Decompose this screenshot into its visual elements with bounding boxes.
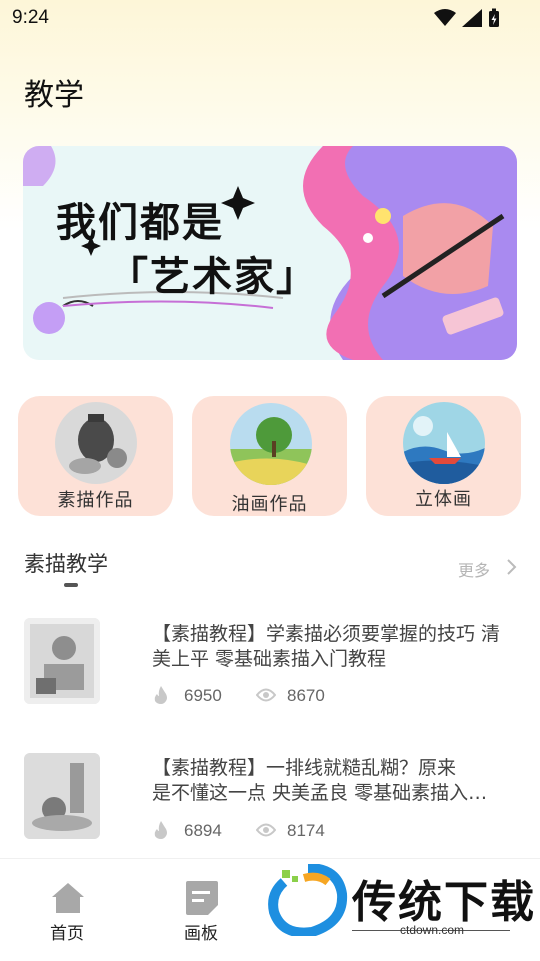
category-sketch-image <box>55 402 137 484</box>
battery-icon <box>489 8 499 27</box>
section-underline <box>64 583 78 587</box>
category-3d-image <box>403 402 485 484</box>
chevron-right-icon[interactable] <box>505 558 517 576</box>
category-oil-label: 油画作品 <box>231 494 308 515</box>
banner-heading-1: 我们都是 <box>56 200 224 246</box>
category-oil[interactable]: 油画作品 <box>192 396 347 516</box>
likes-count: 6894 <box>184 821 222 840</box>
status-icons <box>434 8 500 28</box>
views-count: 8670 <box>287 686 325 705</box>
article-title-line-2: 是不懂这一点 央美孟良 零基础素描入门教程 <box>152 782 498 804</box>
list-item[interactable]: 【素描教程】一排线就糙乱糊？原来 是不懂这一点 央美孟良 零基础素描入门教程 6… <box>0 740 540 858</box>
article-title-line-1: 【素描教程】一排线就糙乱糊？原来 <box>152 757 457 779</box>
category-3d[interactable]: 立体画 <box>366 396 521 516</box>
page-title: 教学 <box>24 78 84 113</box>
wifi-icon <box>434 9 456 26</box>
article-thumbnail <box>24 618 100 704</box>
more-link[interactable]: 更多 <box>458 557 490 581</box>
category-oil-image <box>230 403 312 485</box>
nav-home[interactable]: 首页 <box>40 877 96 947</box>
home-icon <box>52 883 84 913</box>
fire-icon <box>154 686 167 704</box>
watermark-sub: ctdown.com <box>400 923 465 937</box>
status-bar: 9:24 <box>0 0 540 36</box>
promo-banner[interactable]: 我们都是 「艺术家」 <box>23 146 517 360</box>
section-title: 素描教学 <box>24 552 108 576</box>
nav-board[interactable]: 画板 <box>176 877 232 947</box>
watermark-logo <box>268 864 348 936</box>
nav-board-label: 画板 <box>184 924 218 944</box>
signal-icon <box>462 9 482 27</box>
category-3d-label: 立体画 <box>415 489 472 510</box>
status-time: 9:24 <box>12 7 49 28</box>
category-sketch-label: 素描作品 <box>57 490 134 511</box>
eye-icon <box>256 688 276 702</box>
list-item[interactable]: 【素描教程】学素描必须要掌握的技巧 清美上平 零基础素描入门教程 6950 86… <box>0 600 540 720</box>
banner-heading-2: 「艺术家」 <box>108 254 318 300</box>
category-sketch[interactable]: 素描作品 <box>18 396 173 516</box>
watermark-text: 传统下载 <box>352 877 536 928</box>
nav-home-label: 首页 <box>50 924 84 944</box>
likes-count: 6950 <box>184 686 222 705</box>
views-count: 8174 <box>287 821 325 840</box>
article-title: 【素描教程】学素描必须要掌握的技巧 清美上平 零基础素描入门教程 <box>152 623 501 670</box>
board-icon <box>186 881 218 915</box>
fire-icon <box>154 821 167 839</box>
eye-icon <box>256 823 276 837</box>
article-thumbnail <box>24 753 100 839</box>
